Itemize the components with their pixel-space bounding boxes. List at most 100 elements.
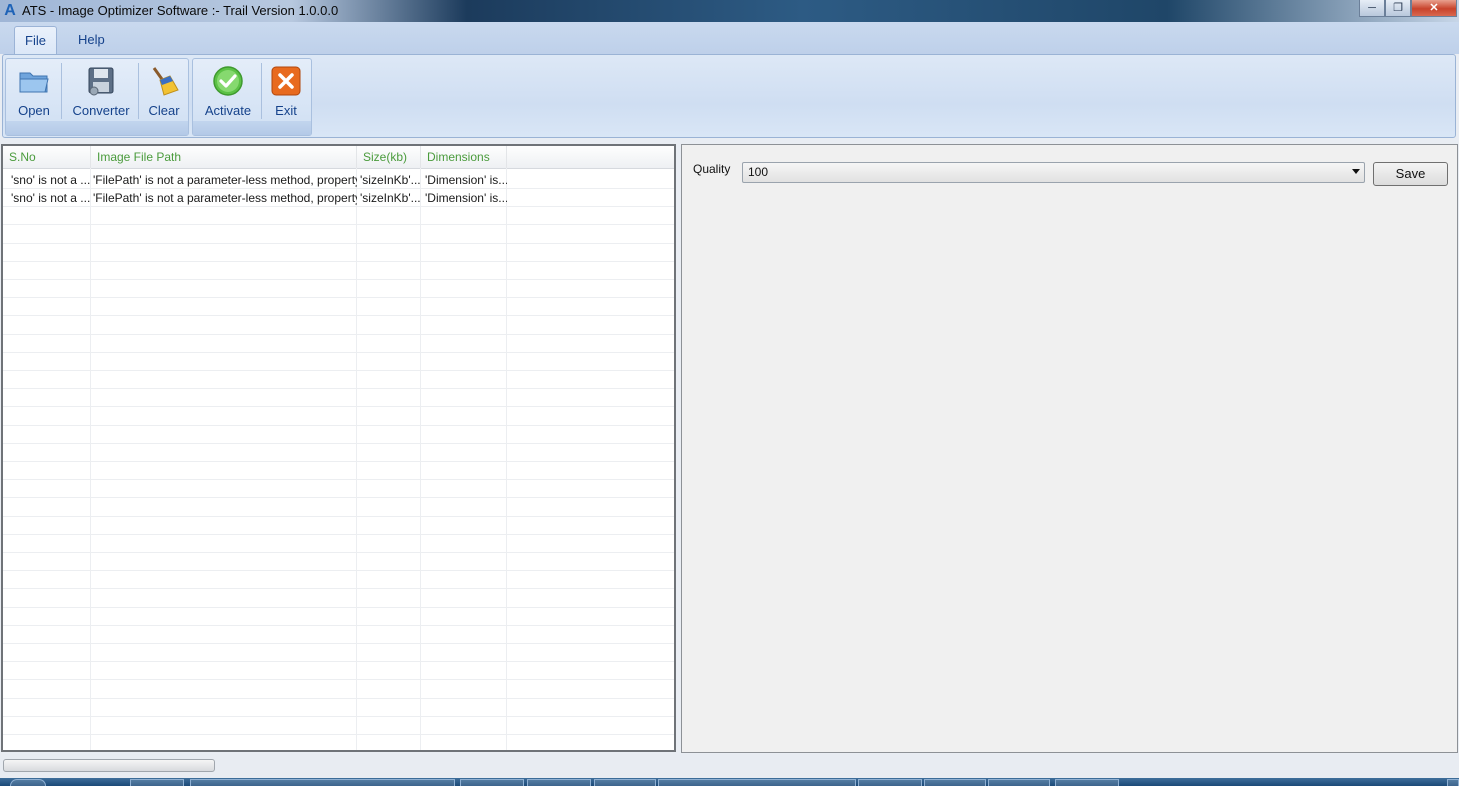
grid-row-line xyxy=(3,679,674,680)
grid-row-line xyxy=(3,607,674,608)
grid-row-line xyxy=(3,516,674,517)
tab-file[interactable]: File xyxy=(14,26,57,55)
quality-dropdown[interactable]: 100 xyxy=(742,162,1365,183)
exit-label: Exit xyxy=(275,103,297,118)
quality-value: 100 xyxy=(748,165,769,179)
activate-button[interactable]: Activate xyxy=(197,61,259,121)
table-row[interactable]: 'sno' is not a ... 'FilePath' is not a p… xyxy=(3,171,674,189)
grid-row-line xyxy=(3,570,674,571)
folder-open-icon xyxy=(19,72,49,93)
grid-row-line xyxy=(3,734,674,735)
quality-label: Quality xyxy=(693,162,731,176)
grid-row-line xyxy=(3,443,674,444)
title-bar: A ATS - Image Optimizer Software :- Trai… xyxy=(0,0,1459,22)
taskbar-item[interactable] xyxy=(527,779,591,786)
floppy-disk-icon xyxy=(88,67,114,96)
grid-row-line xyxy=(3,334,674,335)
grid-row-line xyxy=(3,534,674,535)
app-logo-icon: A xyxy=(4,2,16,19)
cell-size: 'sizeInKb'... xyxy=(360,173,420,187)
green-check-icon xyxy=(213,66,243,96)
show-desktop-button[interactable] xyxy=(1447,779,1459,786)
column-header-size[interactable]: Size(kb) xyxy=(357,146,421,168)
image-file-grid[interactable]: S.No Image File Path Size(kb) Dimensions… xyxy=(1,144,676,752)
tab-help[interactable]: Help xyxy=(68,26,115,54)
window-title: ATS - Image Optimizer Software :- Trail … xyxy=(22,3,339,18)
grid-row-line xyxy=(3,425,674,426)
ribbon-separator xyxy=(261,63,262,119)
minimize-button[interactable]: ─ xyxy=(1359,0,1385,17)
converter-button[interactable]: Converter xyxy=(64,61,138,121)
taskbar-item[interactable] xyxy=(594,779,656,786)
grid-header: S.No Image File Path Size(kb) Dimensions xyxy=(3,146,674,169)
settings-panel: Quality 100 Save xyxy=(681,144,1458,753)
grid-row-line xyxy=(3,297,674,298)
open-label: Open xyxy=(18,103,50,118)
cell-file-path: 'FilePath' is not a parameter-less metho… xyxy=(93,191,357,205)
close-button[interactable]: ✕ xyxy=(1411,0,1457,17)
grid-row-line xyxy=(3,279,674,280)
ribbon-separator xyxy=(138,63,139,119)
ribbon-group-file: Open Converter Clear xyxy=(5,58,189,136)
taskbar-item[interactable] xyxy=(190,779,455,786)
grid-row-line xyxy=(3,698,674,699)
grid-row-line xyxy=(3,479,674,480)
clear-label: Clear xyxy=(148,103,180,118)
red-x-icon xyxy=(271,66,301,96)
status-bar xyxy=(0,754,1459,778)
start-button[interactable] xyxy=(10,779,46,786)
converter-label: Converter xyxy=(72,103,130,118)
chevron-down-icon xyxy=(1352,169,1360,174)
grid-row-line xyxy=(3,588,674,589)
exit-button[interactable]: Exit xyxy=(264,61,308,121)
close-icon: ✕ xyxy=(1429,2,1439,14)
grid-row-line xyxy=(3,461,674,462)
grid-row-line xyxy=(3,625,674,626)
taskbar-item[interactable] xyxy=(1055,779,1119,786)
grid-row-line xyxy=(3,661,674,662)
window-controls: ─ ❐ ✕ xyxy=(1359,0,1457,18)
activate-label: Activate xyxy=(204,103,252,118)
grid-row-line xyxy=(3,406,674,407)
taskbar-item[interactable] xyxy=(460,779,524,786)
clear-button[interactable]: Clear xyxy=(141,61,187,121)
cell-sno: 'sno' is not a ... xyxy=(11,173,91,187)
taskbar-item[interactable] xyxy=(130,779,184,786)
ribbon-group-license: Activate Exit xyxy=(192,58,312,136)
open-button[interactable]: Open xyxy=(10,61,58,121)
broom-icon xyxy=(152,67,179,96)
ribbon-panel: Open Converter Clear Activate Exit xyxy=(2,54,1456,138)
cell-file-path: 'FilePath' is not a parameter-less metho… xyxy=(93,173,357,187)
os-taskbar xyxy=(0,778,1459,786)
taskbar-item[interactable] xyxy=(858,779,922,786)
grid-row-line xyxy=(3,224,674,225)
cell-dimensions: 'Dimension' is... xyxy=(425,173,507,187)
grid-row-line xyxy=(3,243,674,244)
save-button[interactable]: Save xyxy=(1373,162,1448,186)
taskbar-item[interactable] xyxy=(658,779,856,786)
cell-dimensions: 'Dimension' is... xyxy=(425,191,507,205)
ribbon-tab-strip: File Help xyxy=(0,22,1459,55)
ribbon-separator xyxy=(61,63,62,119)
column-header-dimensions[interactable]: Dimensions xyxy=(421,146,507,168)
grid-row-line xyxy=(3,643,674,644)
grid-row-line xyxy=(3,315,674,316)
taskbar-item[interactable] xyxy=(924,779,986,786)
cell-size: 'sizeInKb'... xyxy=(360,191,420,205)
grid-row-line xyxy=(3,261,674,262)
column-header-sno[interactable]: S.No xyxy=(3,146,91,168)
grid-row-line xyxy=(3,388,674,389)
grid-row-line xyxy=(3,497,674,498)
minimize-icon: ─ xyxy=(1368,2,1376,14)
grid-row-line xyxy=(3,552,674,553)
column-header-file-path[interactable]: Image File Path xyxy=(91,146,357,168)
maximize-icon: ❐ xyxy=(1393,2,1403,14)
taskbar-item[interactable] xyxy=(988,779,1050,786)
grid-row-line xyxy=(3,716,674,717)
maximize-button[interactable]: ❐ xyxy=(1385,0,1411,17)
grid-row-line xyxy=(3,370,674,371)
horizontal-scrollbar[interactable] xyxy=(3,759,215,772)
table-row[interactable]: 'sno' is not a ... 'FilePath' is not a p… xyxy=(3,189,674,207)
cell-sno: 'sno' is not a ... xyxy=(11,191,91,205)
grid-row-line xyxy=(3,352,674,353)
